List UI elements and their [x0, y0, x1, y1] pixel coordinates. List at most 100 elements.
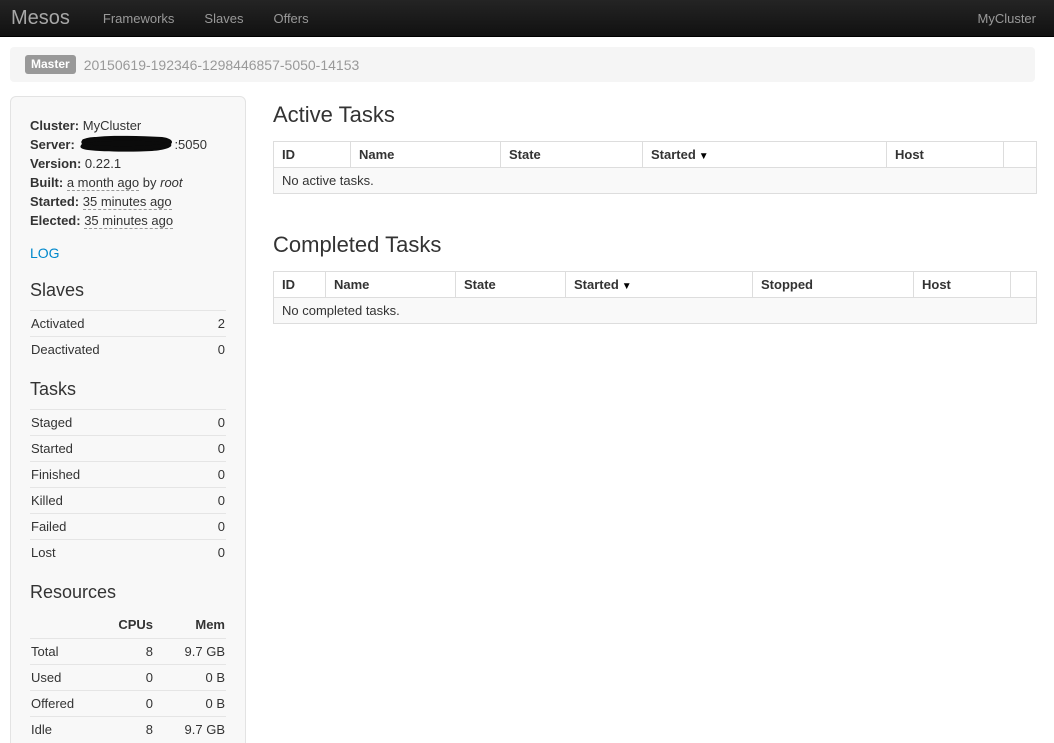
nav-slaves[interactable]: Slaves: [189, 0, 258, 36]
info-server-label: Server:: [30, 137, 75, 152]
info-version-label: Version:: [30, 156, 81, 171]
active-col-started-label: Started: [651, 147, 696, 162]
completed-tasks-empty-row: No completed tasks.: [274, 298, 1037, 324]
slaves-heading: Slaves: [30, 280, 226, 301]
info-built-user: root: [160, 175, 182, 190]
active-col-id[interactable]: ID: [274, 142, 351, 168]
info-version: Version: 0.22.1: [30, 154, 226, 173]
active-tasks-title: Active Tasks: [273, 102, 1037, 128]
navbar-cluster-name: MyCluster: [977, 11, 1054, 26]
top-navbar: Mesos Frameworks Slaves Offers MyCluster: [0, 0, 1054, 37]
info-elected-label: Elected:: [30, 213, 81, 228]
res-label: Total: [31, 644, 91, 659]
completed-col-actions: [1011, 272, 1037, 298]
breadcrumb: Master 20150619-192346-1298446857-5050-1…: [10, 47, 1035, 82]
completed-tasks-table: ID Name State Started▼ Stopped Host No c…: [273, 271, 1037, 324]
info-started-label: Started:: [30, 194, 79, 209]
completed-col-started-label: Started: [574, 277, 619, 292]
resources-row-idle: Idle 8 9.7 GB: [30, 716, 226, 742]
info-cluster-value: MyCluster: [83, 118, 142, 133]
resources-row-total: Total 8 9.7 GB: [30, 638, 226, 664]
tasks-row-failed: Failed 0: [30, 513, 226, 539]
res-label: Used: [31, 670, 91, 685]
completed-tasks-title: Completed Tasks: [273, 232, 1037, 258]
active-col-started[interactable]: Started▼: [643, 142, 887, 168]
master-id: 20150619-192346-1298446857-5050-14153: [84, 57, 360, 73]
tasks-row-staged: Staged 0: [30, 409, 226, 435]
resources-col-cpus: CPUs: [91, 617, 153, 632]
stat-label: Activated: [31, 316, 84, 331]
tasks-heading: Tasks: [30, 379, 226, 400]
active-col-actions: [1004, 142, 1037, 168]
res-mem-value: 0 B: [153, 696, 225, 711]
stat-value: 0: [218, 441, 225, 456]
info-server: Server: :5050: [30, 135, 226, 154]
server-redaction-scribble: [78, 135, 174, 152]
completed-tasks-empty-text: No completed tasks.: [274, 298, 1037, 324]
active-tasks-empty-text: No active tasks.: [274, 168, 1037, 194]
stat-label: Killed: [31, 493, 63, 508]
info-built-value: a month ago: [67, 175, 139, 191]
resources-heading: Resources: [30, 582, 226, 603]
completed-col-state[interactable]: State: [456, 272, 566, 298]
completed-tasks-header-row: ID Name State Started▼ Stopped Host: [274, 272, 1037, 298]
stat-value: 0: [218, 493, 225, 508]
slaves-row-deactivated: Deactivated 0: [30, 336, 226, 362]
completed-col-started[interactable]: Started▼: [566, 272, 753, 298]
res-mem-value: 9.7 GB: [153, 644, 225, 659]
tasks-row-lost: Lost 0: [30, 539, 226, 565]
active-col-state[interactable]: State: [501, 142, 643, 168]
info-built-label: Built:: [30, 175, 63, 190]
stat-value: 0: [218, 519, 225, 534]
info-started-value: 35 minutes ago: [83, 194, 172, 210]
info-cluster-label: Cluster:: [30, 118, 79, 133]
active-tasks-empty-row: No active tasks.: [274, 168, 1037, 194]
completed-col-stopped[interactable]: Stopped: [753, 272, 914, 298]
stat-value: 0: [218, 342, 225, 357]
stat-value: 0: [218, 467, 225, 482]
brand-mesos[interactable]: Mesos: [0, 0, 88, 37]
res-cpus-value: 8: [91, 722, 153, 737]
completed-col-host[interactable]: Host: [914, 272, 1011, 298]
navbar-links: Frameworks Slaves Offers: [88, 0, 324, 36]
sort-desc-icon: ▼: [622, 281, 632, 292]
resources-col-mem: Mem: [153, 617, 225, 632]
tasks-row-finished: Finished 0: [30, 461, 226, 487]
stat-value: 0: [218, 545, 225, 560]
stat-label: Lost: [31, 545, 56, 560]
sort-desc-icon: ▼: [699, 151, 709, 162]
active-tasks-header-row: ID Name State Started▼ Host: [274, 142, 1037, 168]
info-built: Built: a month ago by root: [30, 173, 226, 192]
info-elected: Elected: 35 minutes ago: [30, 211, 226, 230]
main-content: Active Tasks ID Name State Started▼ Host…: [273, 96, 1037, 362]
res-cpus-value: 0: [91, 696, 153, 711]
resources-row-used: Used 0 0 B: [30, 664, 226, 690]
res-mem-value: 9.7 GB: [153, 722, 225, 737]
resources-header-row: CPUs Mem: [30, 612, 226, 638]
nav-offers[interactable]: Offers: [258, 0, 323, 36]
info-cluster: Cluster: MyCluster: [30, 116, 226, 135]
info-started: Started: 35 minutes ago: [30, 192, 226, 211]
nav-frameworks[interactable]: Frameworks: [88, 0, 190, 36]
stat-label: Failed: [31, 519, 66, 534]
stat-label: Finished: [31, 467, 80, 482]
slaves-row-activated: Activated 2: [30, 310, 226, 336]
active-col-host[interactable]: Host: [887, 142, 1004, 168]
res-label: Idle: [31, 722, 91, 737]
tasks-row-killed: Killed 0: [30, 487, 226, 513]
log-link[interactable]: LOG: [30, 245, 60, 261]
info-server-port: :5050: [174, 137, 207, 152]
stat-label: Staged: [31, 415, 72, 430]
active-col-name[interactable]: Name: [351, 142, 501, 168]
res-label: Offered: [31, 696, 91, 711]
sidebar-panel: Cluster: MyCluster Server: :5050 Version…: [10, 96, 246, 743]
res-cpus-value: 8: [91, 644, 153, 659]
res-mem-value: 0 B: [153, 670, 225, 685]
master-badge: Master: [25, 55, 76, 74]
stat-label: Deactivated: [31, 342, 100, 357]
stat-value: 2: [218, 316, 225, 331]
completed-col-name[interactable]: Name: [326, 272, 456, 298]
resources-row-offered: Offered 0 0 B: [30, 690, 226, 716]
info-elected-value: 35 minutes ago: [84, 213, 173, 229]
completed-col-id[interactable]: ID: [274, 272, 326, 298]
